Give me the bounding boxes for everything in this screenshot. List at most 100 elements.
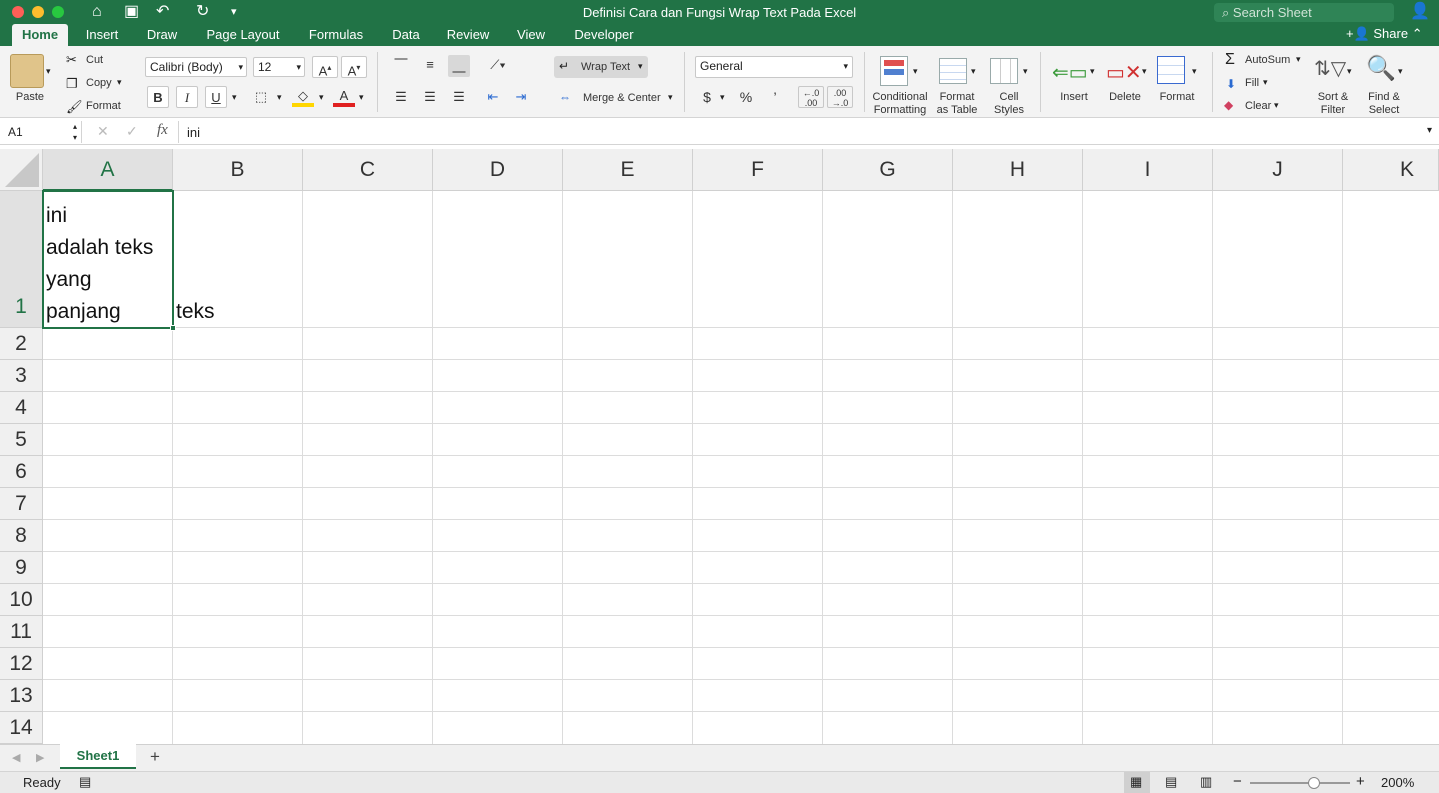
select-all-corner[interactable] — [0, 149, 43, 191]
tab-home[interactable]: Home — [12, 24, 68, 46]
tab-developer[interactable]: Developer — [566, 24, 642, 46]
chevron-down-icon[interactable]: ▾ — [1398, 66, 1403, 77]
insert-cells-icon[interactable]: ⇐▭ — [1052, 60, 1088, 85]
format-cells-button[interactable]: Format — [1156, 91, 1198, 104]
row-header-14[interactable]: 14 — [0, 712, 43, 744]
row-header-6[interactable]: 6 — [0, 456, 43, 488]
sort-filter-icon[interactable]: ⇅▽ — [1314, 56, 1346, 81]
increase-font-size-button[interactable]: A▴ — [312, 56, 338, 78]
sheet-tab-sheet1[interactable]: Sheet1 — [60, 744, 136, 769]
percent-button[interactable]: % — [735, 86, 757, 108]
cell-styles-button[interactable]: Cell Styles — [989, 91, 1029, 117]
zoom-slider-track[interactable] — [1250, 782, 1350, 784]
format-painter-button[interactable]: Format — [86, 100, 121, 113]
chevron-down-icon[interactable]: ▾ — [971, 66, 976, 77]
increase-decimal-icon[interactable]: ←.0.00 — [798, 86, 824, 108]
row-header-12[interactable]: 12 — [0, 648, 43, 680]
increase-indent-icon[interactable]: ⇥ — [510, 86, 532, 108]
column-header-c[interactable]: C — [303, 149, 433, 191]
format-cells-icon[interactable] — [1157, 56, 1185, 84]
chevron-down-icon[interactable]: ▾ — [913, 66, 918, 77]
paste-dropdown-icon[interactable]: ▾ — [46, 66, 51, 77]
scroll-left-icon[interactable]: ◀ — [12, 751, 20, 764]
cell-a1-selected[interactable]: ini adalah teks yang panjang — [42, 190, 176, 331]
underline-button[interactable]: U — [205, 86, 227, 108]
align-left-icon[interactable]: ☰ — [390, 86, 412, 108]
format-as-table-icon[interactable] — [939, 58, 967, 84]
zoom-level[interactable]: 200% — [1381, 775, 1414, 790]
column-header-h[interactable]: H — [953, 149, 1083, 191]
font-size-select[interactable]: 12 ▾ — [253, 57, 305, 77]
account-icon[interactable]: 👤 — [1410, 3, 1430, 21]
borders-dropdown-icon[interactable]: ▾ — [277, 92, 282, 103]
zoom-in-button[interactable]: + — [1356, 773, 1365, 790]
row-header-5[interactable]: 5 — [0, 424, 43, 456]
paste-button-label[interactable]: Paste — [10, 91, 50, 104]
row-header-7[interactable]: 7 — [0, 488, 43, 520]
row-header-13[interactable]: 13 — [0, 680, 43, 712]
chevron-down-icon[interactable]: ▾ — [1347, 66, 1352, 77]
enter-icon[interactable]: ✓ — [126, 123, 138, 140]
fill-button[interactable]: Fill — [1245, 77, 1259, 90]
merge-center-button[interactable]: ⇔ Merge & Center ▾ — [556, 88, 676, 108]
macro-recording-icon[interactable]: ▤ — [79, 774, 91, 790]
copy-dropdown-icon[interactable]: ▾ — [117, 77, 122, 88]
column-header-e[interactable]: E — [563, 149, 693, 191]
cell-b1[interactable]: teks — [176, 296, 215, 328]
name-box[interactable]: A1 ▴ ▾ — [0, 121, 82, 143]
clear-button[interactable]: Clear — [1245, 100, 1271, 113]
column-header-j[interactable]: J — [1213, 149, 1343, 191]
decrease-font-size-button[interactable]: A▾ — [341, 56, 367, 78]
font-name-select[interactable]: Calibri (Body) ▾ — [145, 57, 247, 77]
paste-icon[interactable] — [10, 54, 44, 88]
format-as-table-button[interactable]: Format as Table — [933, 91, 981, 117]
autosum-button[interactable]: AutoSum — [1245, 54, 1290, 67]
column-header-b[interactable]: B — [173, 149, 303, 191]
add-sheet-button[interactable]: + — [150, 747, 160, 767]
bold-button[interactable]: B — [147, 86, 169, 108]
cut-button[interactable]: Cut — [86, 54, 103, 67]
cancel-icon[interactable]: ✕ — [97, 123, 109, 140]
cell-styles-icon[interactable] — [990, 58, 1018, 84]
column-header-k[interactable]: K — [1343, 149, 1439, 191]
align-bottom-icon[interactable]: ⎽ — [448, 55, 470, 77]
tab-insert[interactable]: Insert — [78, 24, 126, 46]
row-header-2[interactable]: 2 — [0, 328, 43, 360]
conditional-formatting-button[interactable]: Conditional Formatting — [868, 91, 932, 117]
share-button[interactable]: +👤 Share ⌃ — [1346, 24, 1423, 44]
align-middle-icon[interactable]: ≡ — [419, 54, 441, 76]
comma-style-button[interactable]: ’ — [764, 86, 786, 108]
column-header-d[interactable]: D — [433, 149, 563, 191]
page-break-view-icon[interactable]: ▥ — [1200, 774, 1212, 790]
expand-formula-icon[interactable]: ▾ — [1427, 125, 1432, 136]
delete-cells-icon[interactable]: ▭✕ — [1106, 60, 1142, 85]
italic-button[interactable]: I — [176, 86, 198, 108]
column-header-i[interactable]: I — [1083, 149, 1213, 191]
zoom-slider-handle[interactable] — [1308, 777, 1320, 789]
tab-page-layout[interactable]: Page Layout — [198, 24, 288, 46]
tab-review[interactable]: Review — [440, 24, 496, 46]
scroll-right-icon[interactable]: ▶ — [36, 751, 44, 764]
chevron-down-icon[interactable]: ▾ — [1192, 66, 1197, 77]
chevron-down-icon[interactable]: ▾ — [1023, 66, 1028, 77]
currency-button[interactable]: $ — [696, 86, 718, 108]
wrap-text-button[interactable]: ↵ Wrap Text ▾ — [554, 56, 648, 78]
align-top-icon[interactable]: ⎺ — [390, 54, 412, 76]
function-icon[interactable]: fx — [157, 122, 168, 139]
delete-cells-button[interactable]: Delete — [1105, 91, 1145, 104]
align-center-icon[interactable]: ☰ — [419, 86, 441, 108]
fill-color-icon[interactable]: ◇ — [292, 85, 314, 107]
fill-color-dropdown-icon[interactable]: ▾ — [319, 92, 324, 103]
underline-dropdown-icon[interactable]: ▾ — [232, 92, 237, 103]
chevron-down-icon[interactable]: ▾ — [1274, 100, 1279, 111]
font-color-dropdown-icon[interactable]: ▾ — [359, 92, 364, 103]
copy-button[interactable]: Copy — [86, 77, 112, 90]
align-right-icon[interactable]: ☰ — [448, 86, 470, 108]
find-select-button[interactable]: Find & Select — [1362, 91, 1406, 117]
find-icon[interactable]: 🔍 — [1366, 54, 1396, 83]
borders-icon[interactable]: ⬚ — [250, 86, 272, 108]
chevron-down-icon[interactable]: ▾ — [1263, 77, 1268, 88]
row-header-11[interactable]: 11 — [0, 616, 43, 648]
column-header-f[interactable]: F — [693, 149, 823, 191]
font-color-icon[interactable]: A — [333, 85, 355, 107]
